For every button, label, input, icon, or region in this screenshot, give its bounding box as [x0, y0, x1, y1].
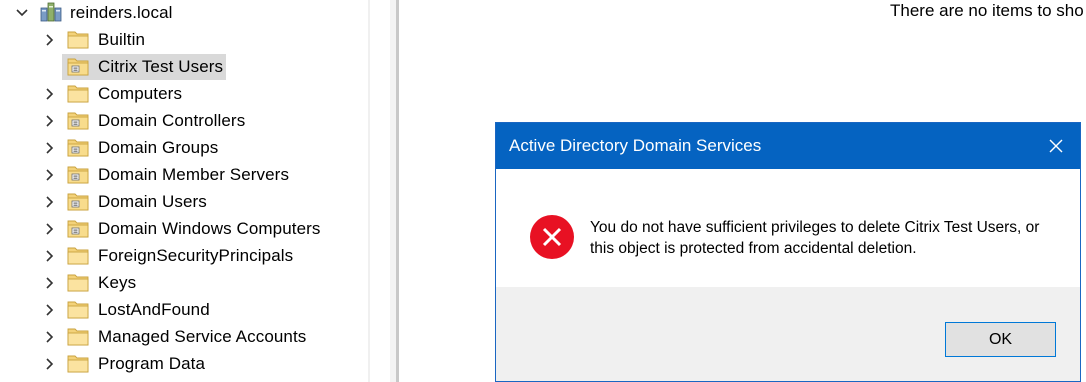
tree-item[interactable]: Domain Member Servers [0, 162, 370, 188]
console-tree[interactable]: reinders.local Builtin Citrix Test Users C… [0, 0, 370, 382]
chevron-right-icon[interactable] [43, 222, 57, 236]
tree-item[interactable]: Builtin [0, 27, 370, 53]
ou-folder-icon [67, 58, 89, 76]
dialog-body: You do not have sufficient privileges to… [496, 169, 1080, 287]
chevron-right-icon[interactable] [43, 195, 57, 209]
chevron-right-icon[interactable] [43, 303, 57, 317]
ou-folder-icon [67, 139, 89, 157]
close-icon [1049, 139, 1063, 153]
tree-item[interactable]: Domain Groups [0, 135, 370, 161]
tree-item-label: LostAndFound [98, 300, 210, 319]
folder-icon [67, 301, 89, 319]
ok-button[interactable]: OK [945, 322, 1056, 357]
tree-item-label: Managed Service Accounts [98, 327, 307, 346]
tree-item-label: Computers [98, 84, 183, 103]
chevron-right-icon[interactable] [43, 33, 57, 47]
folder-icon [67, 31, 89, 49]
chevron-right-icon[interactable] [43, 87, 57, 101]
chevron-right-icon[interactable] [43, 141, 57, 155]
tree-item-label: Domain Member Servers [98, 165, 290, 184]
tree-root-node[interactable]: reinders.local [0, 0, 370, 26]
tree-item-label: Domain Groups [98, 138, 219, 157]
folder-icon [67, 247, 89, 265]
chevron-right-icon[interactable] [43, 276, 57, 290]
chevron-right-icon[interactable] [43, 357, 57, 371]
error-icon [530, 215, 574, 259]
dialog-title: Active Directory Domain Services [509, 136, 762, 155]
chevron-right-icon[interactable] [43, 249, 57, 263]
error-dialog: Active Directory Domain Services You do … [495, 122, 1081, 382]
tree-item-label: Citrix Test Users [98, 57, 224, 76]
tree-item[interactable]: LostAndFound [0, 297, 370, 323]
tree-root-label: reinders.local [70, 3, 173, 22]
dialog-close-button[interactable] [1032, 123, 1080, 169]
tree-item[interactable]: Program Data [0, 351, 370, 377]
tree-item[interactable]: Computers [0, 81, 370, 107]
tree-item-label: Domain Users [98, 192, 207, 211]
tree-item[interactable]: Keys [0, 270, 370, 296]
folder-icon [67, 274, 89, 292]
tree-item-label: Program Data [98, 354, 206, 373]
empty-list-message: There are no items to sho [890, 1, 1084, 20]
tree-item[interactable]: Managed Service Accounts [0, 324, 370, 350]
tree-item-label: Domain Windows Computers [98, 219, 321, 238]
ou-folder-icon [67, 112, 89, 130]
ou-folder-icon [67, 166, 89, 184]
dialog-message-line-1: You do not have sufficient privileges to… [590, 219, 1040, 236]
tree-item[interactable]: Domain Controllers [0, 108, 370, 134]
ou-folder-icon [67, 193, 89, 211]
tree-item[interactable]: Domain Windows Computers [0, 216, 370, 242]
tree-item[interactable]: ForeignSecurityPrincipals [0, 243, 370, 269]
tree-item-label: Builtin [98, 30, 146, 49]
dialog-footer: OK [496, 287, 1080, 381]
folder-icon [67, 328, 89, 346]
dialog-titlebar[interactable]: Active Directory Domain Services [496, 123, 1080, 169]
chevron-right-icon[interactable] [43, 114, 57, 128]
folder-icon [67, 355, 89, 373]
tree-item[interactable]: Domain Users [0, 189, 370, 215]
folder-icon [67, 85, 89, 103]
chevron-right-icon[interactable] [43, 330, 57, 344]
tree-item[interactable]: Citrix Test Users [0, 54, 370, 80]
tree-item-label: Domain Controllers [98, 111, 246, 130]
tree-item-label: Keys [98, 273, 137, 292]
dialog-message-line-2: this object is protected from accidental… [590, 240, 917, 257]
chevron-down-icon[interactable] [15, 6, 29, 20]
dialog-message: You do not have sufficient privileges to… [590, 217, 1060, 259]
chevron-right-icon[interactable] [43, 168, 57, 182]
tree-scroll-edge [368, 0, 370, 382]
tree-item-label: ForeignSecurityPrincipals [98, 246, 294, 265]
domain-tree-icon [40, 2, 62, 22]
ou-folder-icon [67, 220, 89, 238]
